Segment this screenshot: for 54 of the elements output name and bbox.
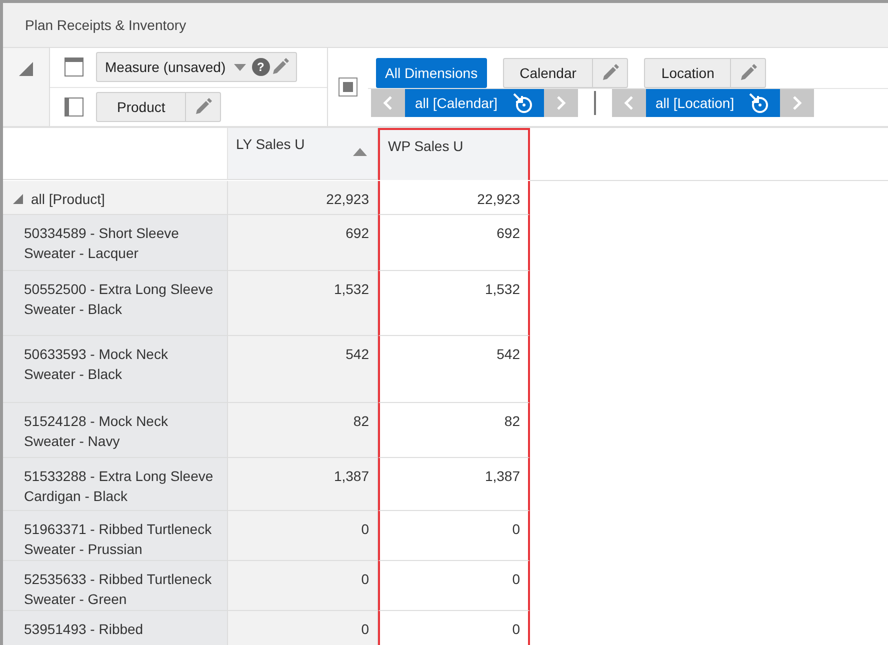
collapse-triangle-icon[interactable] <box>19 62 33 76</box>
expand-triangle-icon[interactable] <box>13 194 23 204</box>
table-cell: 1,387 <box>228 458 378 511</box>
chevron-right-icon <box>791 94 804 110</box>
table-cell: 0 <box>378 511 530 561</box>
pencil-icon <box>738 62 758 82</box>
row-header[interactable]: 51524128 - Mock Neck Sweater - Navy <box>3 403 228 458</box>
table-cell: 82 <box>378 403 530 458</box>
dimension-button[interactable]: Calendar <box>502 58 628 88</box>
dimension-navigator[interactable]: all [Location] <box>646 88 780 116</box>
measure-dropdown[interactable]: Measure (unsaved) ? <box>96 52 297 82</box>
dimension-navigator[interactable]: all [Calendar] <box>405 88 544 116</box>
table-cell: 1,387 <box>378 458 530 511</box>
chevron-left-icon <box>622 94 634 110</box>
table-cell: 692 <box>378 215 530 271</box>
dimension-button[interactable]: All Dimensions <box>376 58 487 88</box>
pivot-area-icon[interactable] <box>338 77 358 97</box>
table-cell: 0 <box>228 561 378 611</box>
columns-layout-icon[interactable] <box>64 96 84 117</box>
dimension-button[interactable]: Location <box>644 58 766 88</box>
table-cell: 1,532 <box>378 271 530 336</box>
row-header[interactable]: 51963371 - Ribbed Turtleneck Sweater - Prussian <box>3 511 228 561</box>
sort-ascending-icon <box>353 148 367 156</box>
pencil-icon <box>193 96 214 117</box>
row-header[interactable]: 52535633 - Ribbed Turtleneck Sweater - Green <box>3 561 228 611</box>
column-header[interactable]: WP Sales U <box>378 128 530 180</box>
table-cell: 0 <box>228 611 378 645</box>
pencil-icon <box>600 62 620 82</box>
row-header[interactable]: 50633593 - Mock Neck Sweater - Black <box>3 336 228 403</box>
column-header[interactable]: LY Sales U <box>228 128 378 180</box>
table-cell: 0 <box>228 511 378 561</box>
table-cell: 22,923 <box>228 181 378 215</box>
row-header[interactable]: 53951493 - Ribbed <box>3 611 228 645</box>
row-header[interactable]: 51533288 - Extra Long Sleeve Cardigan - Black <box>3 458 228 511</box>
table-cell: 82 <box>228 403 378 458</box>
reset-icon <box>512 92 534 114</box>
reset-icon <box>748 92 770 114</box>
row-header[interactable]: 50334589 - Short Sleeve Sweater - Lacquer <box>3 215 228 271</box>
chevron-right-icon <box>554 94 566 110</box>
window-title: Plan Receipts & Inventory <box>25 17 186 33</box>
table-cell: 1,532 <box>228 271 378 336</box>
table-cell: 692 <box>228 215 378 271</box>
rows-layout-icon[interactable] <box>64 57 84 78</box>
table-cell: 0 <box>378 561 530 611</box>
dropdown-caret-icon <box>234 64 246 71</box>
table-cell: 0 <box>378 611 530 645</box>
row-header[interactable]: 50552500 - Extra Long Sleeve Sweater - Black <box>3 271 228 336</box>
product-button[interactable]: Product <box>96 92 222 122</box>
table-cell: 22,923 <box>378 181 530 215</box>
table-cell: 542 <box>228 336 378 403</box>
table-cell: 542 <box>378 336 530 403</box>
row-header[interactable]: all [Product] <box>3 181 228 215</box>
help-badge[interactable]: ? <box>252 58 270 76</box>
chevron-left-icon <box>382 94 394 110</box>
